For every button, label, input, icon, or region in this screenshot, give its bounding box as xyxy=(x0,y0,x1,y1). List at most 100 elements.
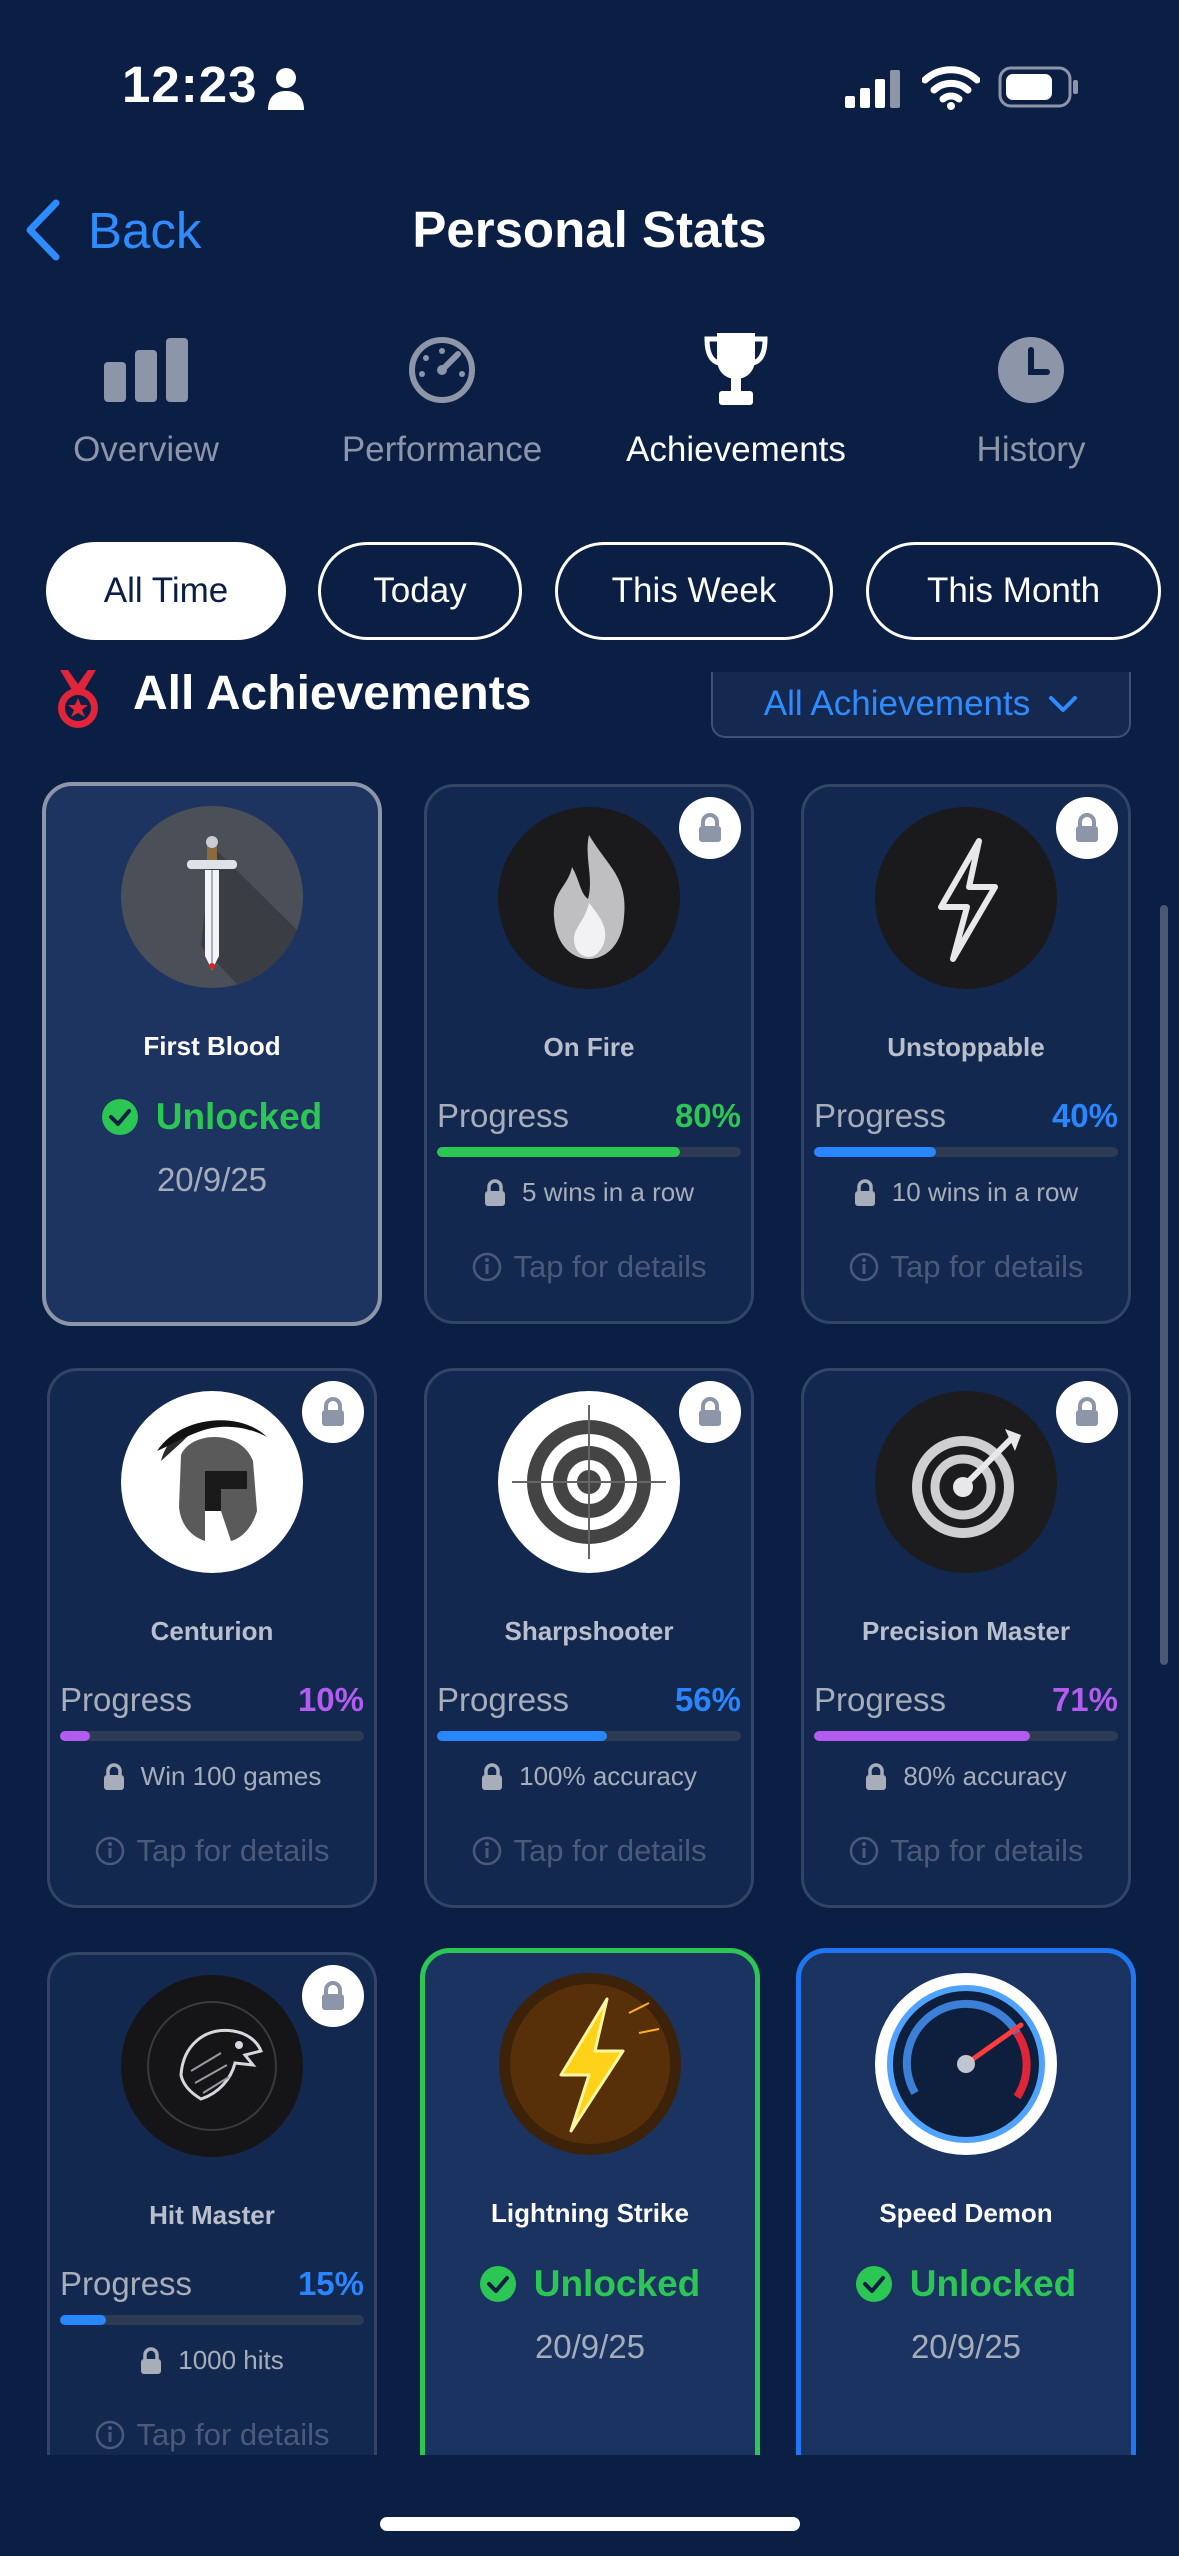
tab-overview[interactable]: Overview xyxy=(6,330,286,470)
progress-row: Progress 71% xyxy=(814,1681,1118,1719)
progress-row: Progress 10% xyxy=(60,1681,364,1719)
achievement-name: First Blood xyxy=(143,1031,281,1061)
achievement-card-unstoppable[interactable]: Unstoppable Progress 40% 10 wins in a ro… xyxy=(801,784,1131,1324)
achievement-card-first-blood[interactable]: First Blood Unlocked 20/9/25 xyxy=(42,782,382,1326)
requirement: 80% accuracy xyxy=(804,1761,1128,1792)
tab-achievements[interactable]: Achievements xyxy=(596,330,876,470)
achievement-name: Hit Master xyxy=(149,2200,275,2230)
lock-icon xyxy=(866,1762,887,1790)
golden-bolt-icon xyxy=(499,1973,681,2155)
page-title: Personal Stats xyxy=(412,201,767,258)
tap-for-details[interactable]: Tap for details xyxy=(50,2417,374,2453)
lock-icon xyxy=(103,1762,124,1790)
lock-badge xyxy=(302,1965,364,2027)
progress-bar-fill xyxy=(814,1731,1030,1741)
sword-icon xyxy=(121,806,303,988)
progress-percent: 56% xyxy=(674,1681,741,1718)
flame-icon xyxy=(498,807,680,989)
progress-percent: 10% xyxy=(297,1681,364,1718)
progress-row: Progress 56% xyxy=(437,1681,741,1719)
progress-percent: 71% xyxy=(1051,1681,1118,1718)
lock-icon xyxy=(322,1981,344,2010)
info-icon xyxy=(849,1836,878,1866)
progress-row: Progress 40% xyxy=(814,1097,1118,1135)
tap-for-details[interactable]: Tap for details xyxy=(427,1249,751,1285)
tab-history[interactable]: History xyxy=(891,330,1171,470)
requirement: 10 wins in a row xyxy=(804,1177,1128,1208)
achievement-card-lightning-strike[interactable]: Lightning Strike Unlocked 20/9/25 xyxy=(420,1948,760,2455)
progress-percent: 40% xyxy=(1051,1097,1118,1134)
scrollbar[interactable] xyxy=(1160,905,1168,1665)
progress-bar xyxy=(437,1147,741,1157)
tap-for-details[interactable]: Tap for details xyxy=(427,1833,751,1869)
lock-icon xyxy=(485,1178,506,1206)
info-icon xyxy=(472,1836,501,1866)
tap-for-details[interactable]: Tap for details xyxy=(804,1249,1128,1285)
lock-badge xyxy=(679,797,741,859)
achievement-name: Centurion xyxy=(150,1616,274,1646)
tab-label: Performance xyxy=(341,430,543,469)
checkmark-circle-icon xyxy=(855,2266,892,2302)
lightning-icon xyxy=(875,807,1057,989)
filter-this-month[interactable]: This Month xyxy=(866,542,1161,640)
requirement: Win 100 games xyxy=(50,1761,374,1792)
progress-bar-fill xyxy=(437,1731,608,1741)
lock-icon xyxy=(141,2346,162,2374)
achievement-card-speed-demon[interactable]: Speed Demon Unlocked 20/9/25 xyxy=(796,1948,1136,2455)
unlocked-status: Unlocked xyxy=(425,2263,755,2305)
progress-bar xyxy=(60,2315,364,2325)
lock-icon xyxy=(699,1397,721,1426)
achievement-card-precision-master[interactable]: Precision Master Progress 71% 80% accura… xyxy=(801,1368,1131,1908)
lock-icon xyxy=(322,1397,344,1426)
info-icon xyxy=(849,1252,878,1282)
spartan-helmet-icon xyxy=(121,1391,303,1573)
tap-for-details[interactable]: Tap for details xyxy=(804,1833,1128,1869)
filter-this-week[interactable]: This Week xyxy=(555,542,833,640)
achievement-card-hit-master[interactable]: Hit Master Progress 15% 1000 hits Tap fo… xyxy=(47,1952,377,2455)
info-icon xyxy=(95,2420,124,2450)
filter-today[interactable]: Today xyxy=(318,542,522,640)
chevron-down-icon xyxy=(1049,696,1078,712)
achievement-filter-dropdown[interactable]: All Achievements xyxy=(711,672,1131,738)
crosshair-target-icon xyxy=(498,1391,680,1573)
unlock-date: 20/9/25 xyxy=(156,1161,268,1198)
tab-label: History xyxy=(976,430,1086,469)
wifi-icon xyxy=(922,66,980,110)
lock-badge xyxy=(302,1381,364,1443)
progress-bar xyxy=(814,1147,1118,1157)
lock-icon xyxy=(1076,813,1098,842)
achievement-card-on-fire[interactable]: On Fire Progress 80% 5 wins in a row Tap… xyxy=(424,784,754,1324)
filter-all-time[interactable]: All Time xyxy=(46,542,286,640)
achievement-card-centurion[interactable]: Centurion Progress 10% Win 100 games Tap… xyxy=(47,1368,377,1908)
progress-label: Progress xyxy=(814,1097,947,1134)
lock-icon xyxy=(1076,1397,1098,1426)
lock-badge xyxy=(1056,797,1118,859)
progress-label: Progress xyxy=(437,1681,570,1718)
battery-icon xyxy=(998,66,1078,108)
achievements-grid: First Blood Unlocked 20/9/25 On Fire Pro… xyxy=(0,770,1179,2455)
lock-icon xyxy=(854,1178,875,1206)
progress-label: Progress xyxy=(60,2265,193,2302)
unlocked-status: Unlocked xyxy=(801,2263,1131,2305)
medal-icon xyxy=(58,670,98,728)
achievement-name: Speed Demon xyxy=(879,2198,1053,2228)
checkmark-circle-icon xyxy=(101,1099,138,1135)
progress-row: Progress 15% xyxy=(60,2265,364,2303)
tap-for-details[interactable]: Tap for details xyxy=(50,1833,374,1869)
achievement-card-sharpshooter[interactable]: Sharpshooter Progress 56% 100% accuracy … xyxy=(424,1368,754,1908)
progress-bar-fill xyxy=(814,1147,936,1157)
requirement: 5 wins in a row xyxy=(427,1177,751,1208)
progress-bar xyxy=(814,1731,1118,1741)
progress-bar xyxy=(437,1731,741,1741)
checkmark-circle-icon xyxy=(479,2266,516,2302)
speedometer-icon xyxy=(409,337,475,403)
dropdown-label: All Achievements xyxy=(763,684,1031,723)
person-icon xyxy=(268,68,304,110)
section-title: All Achievements xyxy=(133,667,532,720)
achievement-name: Unstoppable xyxy=(887,1032,1045,1062)
info-icon xyxy=(472,1252,501,1282)
tab-performance[interactable]: Performance xyxy=(302,330,582,470)
achievement-name: Precision Master xyxy=(861,1616,1071,1646)
home-indicator[interactable] xyxy=(380,2517,800,2531)
lock-icon xyxy=(699,813,721,842)
